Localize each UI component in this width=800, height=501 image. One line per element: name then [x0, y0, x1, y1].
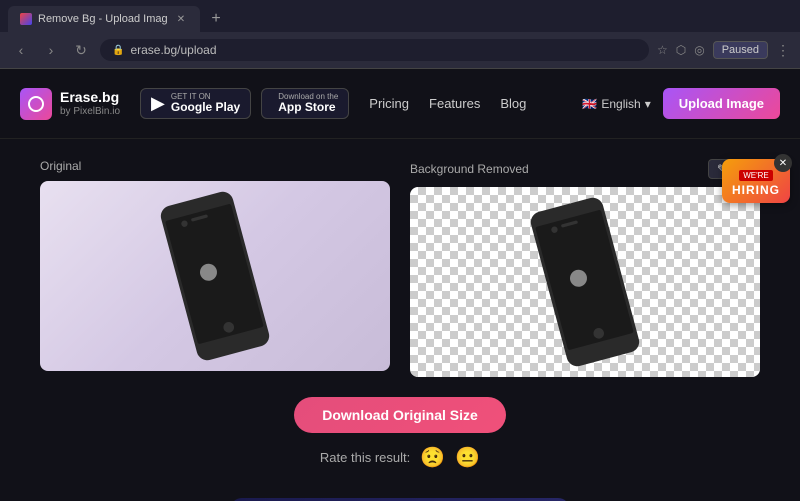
content-area: Original: [0, 139, 800, 501]
tab-close-btn[interactable]: ✕: [174, 12, 188, 26]
url-bar[interactable]: 🔒 erase.bg/upload: [100, 39, 649, 61]
flag-icon: 🇬🇧: [582, 97, 597, 111]
logo-icon: [20, 88, 52, 120]
app-store-name: App Store: [278, 101, 338, 114]
app-store-text: Download on the App Store: [278, 93, 338, 115]
extensions-icon[interactable]: ⬡: [676, 43, 686, 57]
bookmark-icon[interactable]: ☆: [657, 43, 668, 57]
reload-button[interactable]: ↻: [70, 42, 92, 59]
original-image-box: [40, 181, 390, 371]
rate-good-button[interactable]: 😐: [455, 445, 480, 470]
logo-sub: by PixelBin.io: [60, 106, 120, 117]
address-bar: ‹ › ↻ 🔒 erase.bg/upload ☆ ⬡ ◎ Paused ⋮: [0, 32, 800, 68]
removed-label: Background Removed ✎ Edit: [410, 159, 760, 179]
url-text: erase.bg/upload: [130, 43, 216, 57]
app-store-badge[interactable]: Download on the App Store: [261, 88, 349, 120]
google-play-text: GET IT ON Google Play: [171, 93, 240, 115]
language-text: English: [601, 97, 640, 111]
original-panel: Original: [40, 159, 390, 377]
browser-chrome: Remove Bg - Upload Images t... ✕ + ‹ › ↻…: [0, 0, 800, 69]
hiring-text: HIRING: [732, 183, 780, 197]
google-play-badge[interactable]: ▶ GET IT ON Google Play: [140, 88, 251, 120]
navbar: Erase.bg by PixelBin.io ▶ GET IT ON Goog…: [0, 69, 800, 139]
rate-section: Rate this result: 😟 😐: [320, 445, 480, 470]
back-button[interactable]: ‹: [10, 42, 32, 58]
active-tab[interactable]: Remove Bg - Upload Images t... ✕: [8, 6, 200, 32]
removed-image-box: [410, 187, 760, 377]
tab-title: Remove Bg - Upload Images t...: [38, 13, 168, 25]
images-container: Original: [40, 159, 760, 377]
new-tab-button[interactable]: +: [204, 7, 228, 31]
google-play-icon: ▶: [151, 93, 165, 114]
store-badges: ▶ GET IT ON Google Play Download on the …: [140, 88, 349, 120]
phone-svg-original: [155, 191, 275, 361]
removed-image: [410, 187, 760, 377]
close-hiring-button[interactable]: ✕: [774, 154, 792, 172]
paused-button[interactable]: Paused: [713, 41, 768, 59]
download-button[interactable]: Download Original Size: [294, 397, 506, 433]
tab-favicon: [20, 13, 32, 25]
address-actions: ☆ ⬡ ◎ Paused ⋮: [657, 41, 790, 59]
hiring-we-text: WE'RE: [739, 170, 773, 181]
nav-links: Pricing Features Blog: [369, 96, 526, 111]
removed-panel: Background Removed ✎ Edit: [410, 159, 760, 377]
google-play-name: Google Play: [171, 101, 240, 114]
upload-image-button[interactable]: Upload Image: [663, 88, 780, 119]
site-body: Erase.bg by PixelBin.io ▶ GET IT ON Goog…: [0, 69, 800, 501]
nav-right: 🇬🇧 English ▾ Upload Image: [582, 88, 780, 119]
logo-name: Erase.bg: [60, 90, 120, 105]
rate-label: Rate this result:: [320, 450, 410, 465]
phone-svg-removed: [525, 197, 645, 367]
original-image: [40, 181, 390, 371]
pricing-link[interactable]: Pricing: [369, 96, 409, 111]
lock-icon: 🔒: [112, 45, 124, 56]
chevron-down-icon: ▾: [645, 97, 651, 111]
logo-text: Erase.bg by PixelBin.io: [60, 90, 120, 116]
tab-bar: Remove Bg - Upload Images t... ✕ +: [0, 0, 800, 32]
features-link[interactable]: Features: [429, 96, 480, 111]
blog-link[interactable]: Blog: [500, 96, 526, 111]
rate-bad-button[interactable]: 😟: [420, 445, 445, 470]
forward-button[interactable]: ›: [40, 42, 62, 58]
menu-dots[interactable]: ⋮: [776, 42, 790, 59]
logo-icon-inner: [28, 96, 44, 112]
download-section: Download Original Size Rate this result:…: [230, 397, 570, 501]
original-label: Original: [40, 159, 390, 173]
logo-area[interactable]: Erase.bg by PixelBin.io: [20, 88, 120, 120]
profile-icon[interactable]: ◎: [694, 43, 704, 57]
language-selector[interactable]: 🇬🇧 English ▾: [582, 97, 650, 111]
